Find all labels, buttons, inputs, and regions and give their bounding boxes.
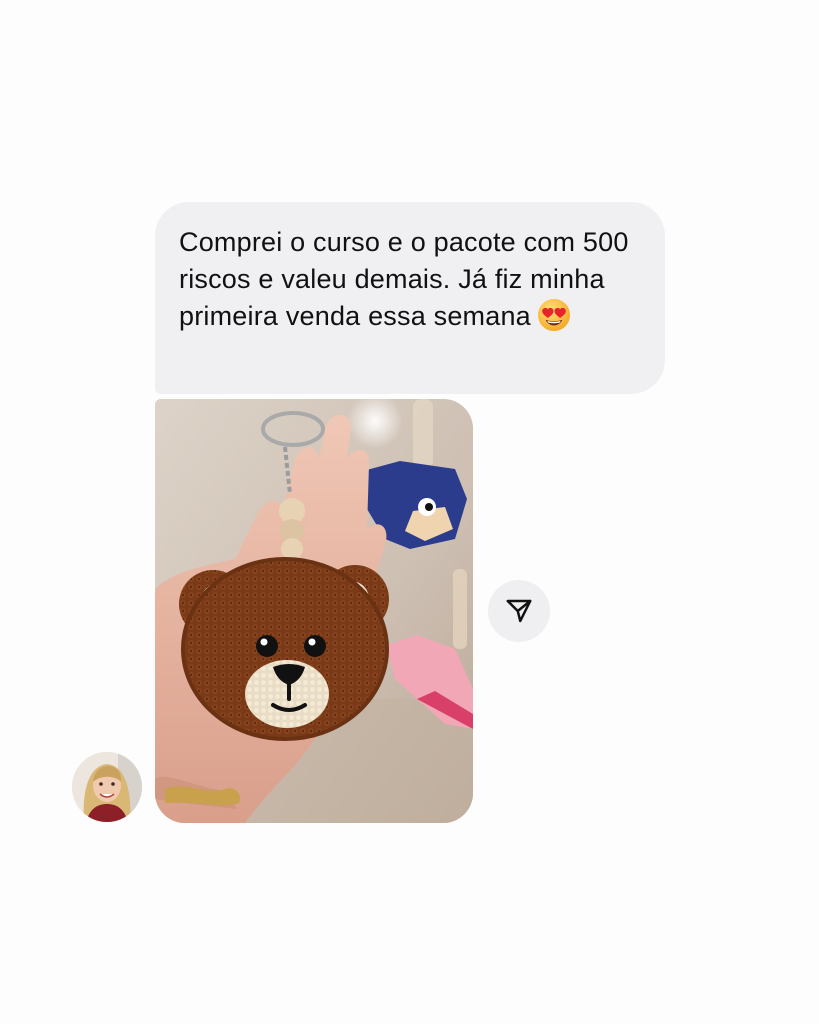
bear-keychain-image bbox=[155, 399, 473, 823]
message-bubble[interactable]: Comprei o curso e o pacote com 500 risco… bbox=[155, 202, 665, 394]
paper-plane-icon bbox=[506, 599, 532, 623]
avatar[interactable] bbox=[72, 752, 142, 822]
chat-thread: Comprei o curso e o pacote com 500 risco… bbox=[0, 0, 819, 1024]
share-button[interactable] bbox=[488, 580, 550, 642]
attached-photo[interactable] bbox=[155, 399, 473, 823]
profile-photo bbox=[72, 752, 142, 822]
heart-eyes-emoji-icon bbox=[537, 298, 570, 332]
